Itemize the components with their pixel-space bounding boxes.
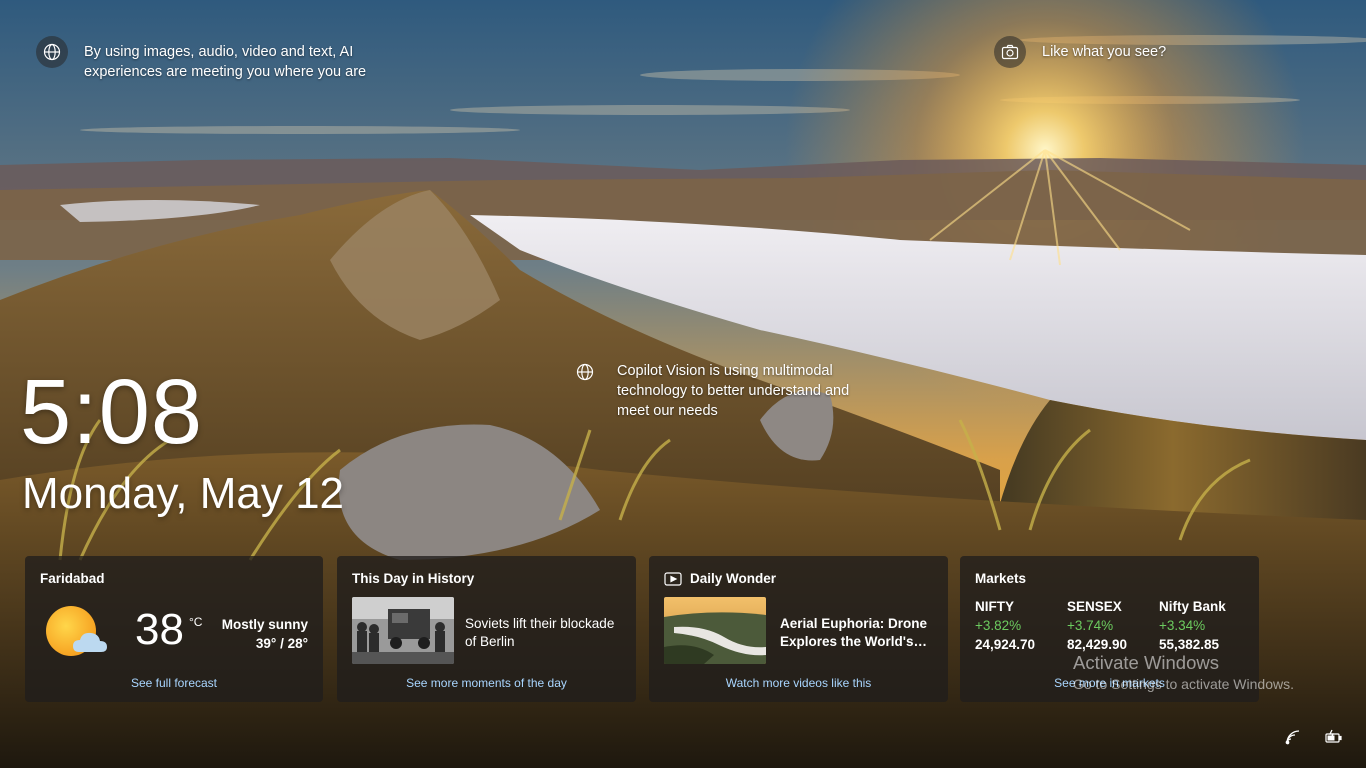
daily-wonder-headline: Aerial Euphoria: Drone Explores the Worl…: [780, 616, 928, 649]
markets-title: Markets: [975, 571, 1027, 586]
weather-condition: Mostly sunny 39° / 28°: [222, 615, 308, 653]
weather-widget[interactable]: Faridabad 38 °C Mostly sunny 39° / 28° S…: [25, 556, 323, 702]
like-what-you-see-text: Like what you see?: [1042, 44, 1167, 60]
ai-info-hint[interactable]: By using images, audio, video and text, …: [36, 36, 376, 82]
video-icon: [664, 571, 682, 586]
daily-wonder-title: Daily Wonder: [690, 571, 777, 586]
market-value: 24,924.70: [975, 637, 1036, 652]
copilot-vision-text: Copilot Vision is using multimodal techn…: [617, 363, 850, 419]
copilot-vision-hint[interactable]: Copilot Vision is using multimodal techn…: [576, 361, 876, 421]
globe-icon: [36, 36, 68, 68]
lockscreen-time: 5:08: [20, 361, 204, 463]
daily-wonder-header: Daily Wonder: [664, 571, 776, 586]
market-name: NIFTY: [975, 599, 1014, 614]
history-headline: Soviets lift their blockade of Berlin: [465, 616, 615, 649]
see-more-moments-link[interactable]: See more moments of the day: [337, 676, 636, 690]
daily-wonder-thumbnail: [664, 597, 766, 664]
see-full-forecast-link[interactable]: See full forecast: [25, 676, 323, 690]
weather-unit: °C: [189, 615, 203, 629]
market-item-sensex[interactable]: SENSEX +3.74% 82,429.90: [1067, 597, 1159, 654]
battery-charging-icon[interactable]: [1325, 728, 1343, 746]
weather-condition-label: Mostly sunny: [221, 617, 308, 632]
watch-more-videos-link[interactable]: Watch more videos like this: [649, 676, 948, 690]
market-name: SENSEX: [1067, 599, 1122, 614]
history-thumbnail: [352, 597, 454, 664]
ai-info-text: By using images, audio, video and text, …: [84, 44, 367, 80]
activate-windows-title: Activate Windows: [1073, 652, 1219, 673]
like-what-you-see-hint[interactable]: Like what you see?: [994, 36, 1166, 68]
this-day-in-history-widget[interactable]: This Day in History Soviets lift their b…: [337, 556, 636, 702]
camera-icon: [994, 36, 1026, 68]
activate-windows-subtitle: Go to Settings to activate Windows.: [1073, 676, 1294, 692]
globe-icon: [576, 363, 594, 381]
weather-temperature: 38: [135, 605, 184, 654]
lockscreen-date: Monday, May 12: [22, 469, 345, 518]
market-item-nifty-bank[interactable]: Nifty Bank +3.34% 55,382.85: [1159, 597, 1251, 654]
weather-range: 39° / 28°: [255, 636, 308, 651]
history-title: This Day in History: [352, 571, 475, 586]
daily-wonder-widget[interactable]: Daily Wonder Aerial Euphoria: Drone Expl…: [649, 556, 948, 702]
market-change: +3.74%: [1067, 618, 1114, 633]
market-name: Nifty Bank: [1159, 599, 1226, 614]
market-change: +3.34%: [1159, 618, 1206, 633]
market-item-nifty[interactable]: NIFTY +3.82% 24,924.70: [975, 597, 1067, 654]
partly-sunny-icon: [46, 606, 107, 656]
market-change: +3.82%: [975, 618, 1022, 633]
wifi-icon[interactable]: [1284, 728, 1302, 746]
weather-location: Faridabad: [40, 571, 105, 586]
